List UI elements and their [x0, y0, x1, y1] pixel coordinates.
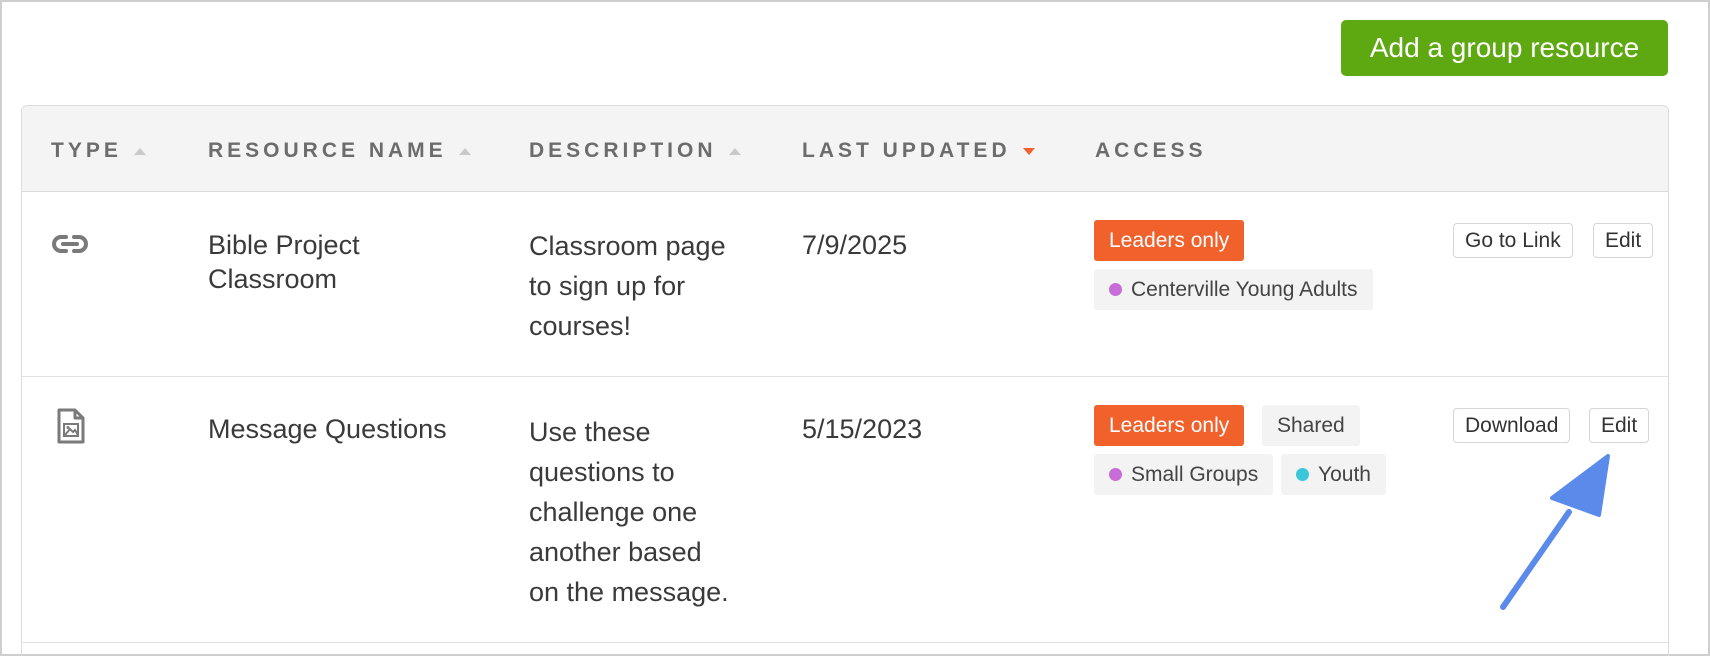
sort-asc-icon — [728, 147, 741, 155]
group-tag-label: Youth — [1318, 462, 1371, 486]
resource-name[interactable]: Message Questions — [208, 412, 447, 446]
download-button[interactable]: Download — [1453, 408, 1571, 443]
resource-description: Classroom page to sign up for courses! — [529, 226, 726, 346]
image-file-icon — [57, 408, 85, 444]
group-tag: Small Groups — [1094, 454, 1274, 495]
header-access: ACCESS — [1095, 139, 1207, 163]
annotation-arrow-icon — [1500, 454, 1610, 610]
header-type[interactable]: TYPE — [51, 139, 146, 163]
description-line: questions to — [529, 457, 675, 487]
description-line: challenge one — [529, 497, 698, 527]
last-updated-date: 7/9/2025 — [802, 230, 908, 260]
resource-description: Use these questions to challenge one ano… — [529, 412, 729, 612]
description-line: to sign up for — [529, 271, 686, 301]
group-color-dot — [1109, 468, 1122, 481]
sort-asc-icon — [458, 147, 471, 155]
header-type-label: TYPE — [51, 139, 122, 162]
link-icon — [52, 235, 88, 253]
table-row: Bible Project Classroom Classroom page t… — [22, 192, 1668, 377]
header-name-label: RESOURCE NAME — [208, 139, 447, 162]
header-last-updated[interactable]: LAST UPDATED — [802, 139, 1035, 163]
group-color-dot — [1109, 283, 1122, 296]
shared-badge: Shared — [1262, 405, 1360, 446]
resource-name-line: Bible Project — [208, 230, 360, 260]
description-line: courses! — [529, 311, 632, 341]
resource-name[interactable]: Bible Project Classroom — [208, 228, 360, 296]
header-description[interactable]: DESCRIPTION — [529, 139, 741, 163]
last-updated-date: 5/15/2023 — [802, 414, 923, 444]
sort-desc-icon — [1022, 147, 1035, 155]
sort-asc-icon — [133, 147, 146, 155]
group-tag: Youth — [1281, 454, 1386, 495]
header-resource-name[interactable]: RESOURCE NAME — [208, 139, 471, 163]
add-group-resource-button[interactable]: Add a group resource — [1341, 20, 1668, 76]
group-tag-label: Centerville Young Adults — [1131, 277, 1358, 301]
description-line: Use these — [529, 417, 651, 447]
table-header: TYPE RESOURCE NAME DESCRIPTION LAST UPDA… — [22, 106, 1668, 192]
description-line: on the message. — [529, 577, 729, 607]
resources-table: TYPE RESOURCE NAME DESCRIPTION LAST UPDA… — [21, 105, 1669, 656]
leaders-only-badge: Leaders only — [1094, 220, 1245, 261]
leaders-only-badge: Leaders only — [1094, 405, 1245, 446]
group-tag-label: Small Groups — [1131, 462, 1259, 486]
table-row: Message Questions Use these questions to… — [22, 377, 1668, 643]
edit-button[interactable]: Edit — [1593, 223, 1654, 258]
resource-name-line: Classroom — [208, 264, 338, 294]
edit-button[interactable]: Edit — [1589, 408, 1650, 443]
header-updated-label: LAST UPDATED — [802, 139, 1011, 162]
group-tag: Centerville Young Adults — [1094, 269, 1373, 310]
description-line: another based — [529, 537, 702, 567]
header-access-label: ACCESS — [1095, 139, 1207, 162]
go-to-link-button[interactable]: Go to Link — [1453, 223, 1573, 258]
header-description-label: DESCRIPTION — [529, 139, 717, 162]
description-line: Classroom page — [529, 231, 726, 261]
group-color-dot — [1296, 468, 1309, 481]
